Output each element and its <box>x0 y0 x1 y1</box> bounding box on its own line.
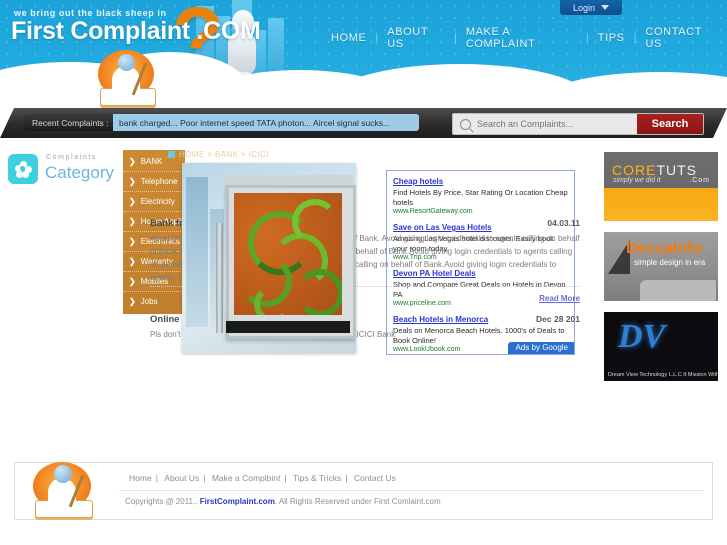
category-item-electricity[interactable]: ❯ Electricity <box>123 192 185 212</box>
utility-bar: Recent Complaints : bank charged... Poor… <box>0 108 727 144</box>
banner-dreamview[interactable]: DV Dream View Technology L.L.C It Missio… <box>604 312 718 381</box>
chevron-right-icon: ❯ <box>129 237 136 246</box>
recent-complaints-ticker[interactable]: bank charged... Poor internet speed TATA… <box>113 114 419 131</box>
ad-url[interactable]: www.ResortGateway.com <box>393 208 568 215</box>
flower-icon <box>8 154 38 184</box>
banner-title-part-a: CORE <box>612 162 657 178</box>
banner-title: CORETUTS <box>612 162 697 178</box>
photo-billboard-base <box>226 321 350 333</box>
banner-coretuts[interactable]: CORETUTS simply we did it .Com <box>604 152 718 221</box>
read-more-link[interactable]: Read More <box>539 294 580 303</box>
breadcrumb-marker-icon <box>168 151 175 158</box>
footer-separator: | <box>155 473 158 483</box>
chevron-right-icon: ❯ <box>129 277 136 286</box>
breadcrumb: HOME > BANK > ICICI <box>168 150 269 159</box>
photo-building <box>186 177 208 327</box>
banner-caption: Dream View Technology L.L.C It Mission W… <box>608 372 718 378</box>
footer-link-home[interactable]: Home <box>125 473 156 483</box>
category-item-telephone[interactable]: ❯ Telephone <box>123 172 185 192</box>
category-kicker: Complaints <box>46 154 98 161</box>
search-button[interactable]: Search <box>637 114 703 134</box>
banner-tagline: simple design in era <box>634 258 706 267</box>
complaint-date: Dec 28 201 <box>536 314 580 324</box>
search-input[interactable] <box>471 118 637 130</box>
footer-divider <box>119 490 704 491</box>
ad-item: Cheap hotels Find Hotels By Price, Star … <box>393 176 568 215</box>
login-dropdown[interactable]: Login <box>560 0 622 15</box>
footer-links: Home | About Us | Make a Complbint | Tips &… <box>125 473 400 483</box>
chevron-right-icon: ❯ <box>129 157 136 166</box>
chevron-down-icon <box>601 5 610 10</box>
footer-separator: | <box>203 473 206 483</box>
footer-copyright: Copyrights @ 2011.. FirstComplaint.com. … <box>125 497 441 506</box>
bar-corner-left <box>0 108 14 138</box>
chevron-right-icon: ❯ <box>129 217 136 226</box>
nav-item-tips[interactable]: TIPS <box>589 32 634 44</box>
recent-complaints-label: Recent Complaints : <box>24 114 117 131</box>
complaint-photo-overlay[interactable] <box>182 163 356 353</box>
banner-domain: .Com <box>689 177 710 184</box>
chevron-right-icon: ❯ <box>129 177 136 186</box>
footer-separator: | <box>345 473 348 483</box>
photo-billboard-artwork <box>234 193 342 315</box>
dreamview-monogram-icon: DV <box>618 318 666 355</box>
ad-title-link[interactable]: Cheap hotels <box>393 176 568 187</box>
banner-deccainfo[interactable]: DeccaInfo simple design in era <box>604 232 718 301</box>
banner-title-part-b: TUTS <box>656 162 698 178</box>
ad-description: Find Hotels By Price, Star Rating Or Loc… <box>393 188 568 207</box>
site-logo: First Complaint .COM <box>11 17 261 45</box>
bar-corner-right <box>713 108 727 138</box>
banner-tagline: simply we did it <box>613 177 661 184</box>
footer-link-make-a-complaint[interactable]: Make a Complbint <box>208 473 285 483</box>
nav-item-make-a-complaint[interactable]: MAKE A COMPLAINT <box>457 26 586 50</box>
category-item-label: BANK <box>140 157 163 166</box>
copyright-suffix: . All Rights Reserved under First Comlai… <box>274 497 441 506</box>
mascot-logo-icon <box>98 44 166 106</box>
nav-item-about-us[interactable]: ABOUT US <box>378 26 454 50</box>
footer-separator: | <box>284 473 287 483</box>
nav-item-contact-us[interactable]: CONTACT US <box>636 26 727 50</box>
footer-link-tips-and-tricks[interactable]: Tips & Tricks <box>289 473 345 483</box>
footer-link-contact-us[interactable]: Contact Us <box>350 473 400 483</box>
photo-pole <box>216 223 223 333</box>
banner-decoration <box>640 280 716 301</box>
category-header: Complaints Category <box>8 152 118 192</box>
breadcrumb-text: HOME > BANK > ICICI <box>179 150 269 159</box>
footer-link-about-us[interactable]: About Us <box>160 473 203 483</box>
chevron-right-icon: ❯ <box>129 257 136 266</box>
complaint-date: 04.03.11 <box>547 218 580 228</box>
chevron-right-icon: ❯ <box>129 197 136 206</box>
site-header: ? we bring out the black sheep in First … <box>0 0 727 108</box>
search-icon <box>460 118 471 130</box>
banner-title: DeccaInfo <box>626 240 703 257</box>
category-item-label: Telephone <box>140 177 178 186</box>
footer-mascot-icon <box>33 458 101 520</box>
site-footer: Home | About Us | Make a Complbint | Tips &… <box>14 462 713 520</box>
photo-billboard-canopy <box>222 175 354 184</box>
login-label: Login <box>572 2 596 13</box>
copyright-prefix: Copyrights @ 2011.. <box>125 497 200 506</box>
copyright-brand[interactable]: FirstComplaint.com <box>200 497 275 506</box>
category-item-label: Electricity <box>140 197 175 206</box>
main-navigation: HOME | ABOUT US | MAKE A COMPLAINT | TIP… <box>322 26 727 50</box>
category-title: Category <box>45 163 114 182</box>
chevron-right-icon: ❯ <box>129 297 136 306</box>
nav-item-home[interactable]: HOME <box>322 32 375 44</box>
search-bar[interactable]: Search <box>452 113 704 135</box>
